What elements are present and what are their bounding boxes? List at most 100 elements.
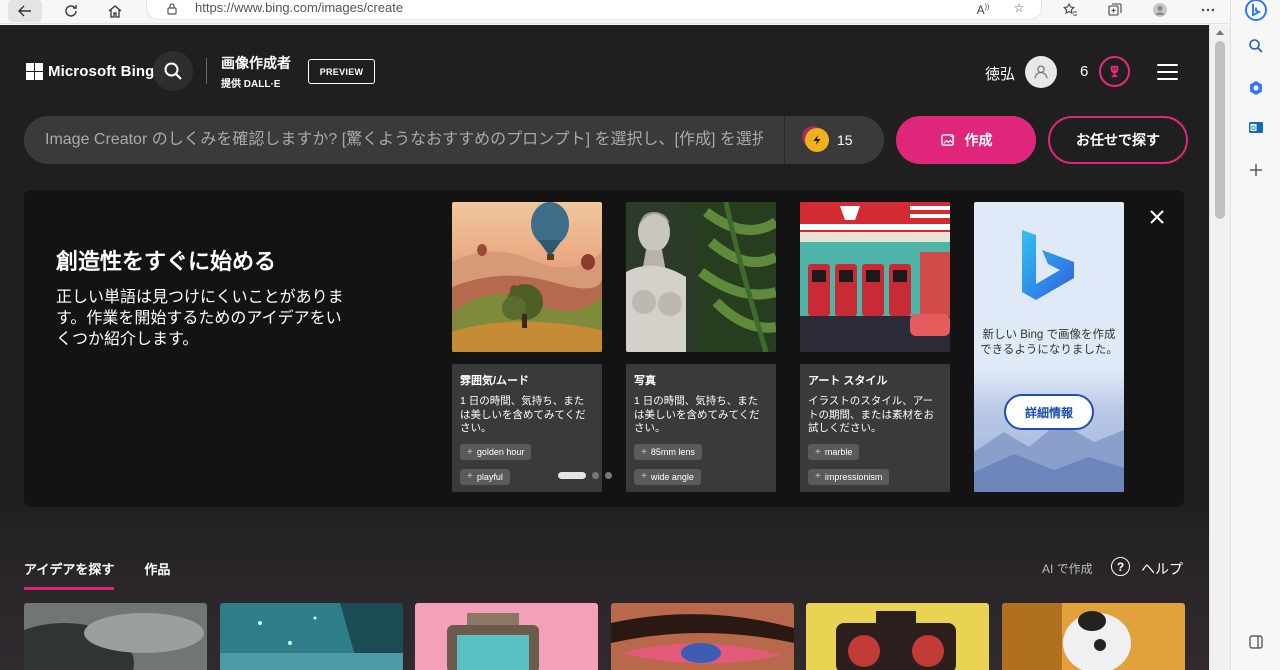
card-image-statue [626,202,776,352]
create-label: 作成 [964,132,993,148]
address-bar[interactable]: https://www.bing.com/images/create A)) ☆ [146,0,1042,20]
card-title: アート スタイル [808,375,888,387]
sidebar-toggle-icon[interactable] [1244,630,1268,654]
card-info: 写真 1 日の時間、気持ち、または美しいを含めてみてください。 +85mm le… [626,364,776,492]
gallery-image[interactable] [220,603,403,670]
card-image-balloons [452,202,602,352]
promo-text: 新しい Bing で画像を作成できるようになりました。 [980,329,1118,356]
refresh-button[interactable] [54,0,88,22]
rewards-count[interactable]: 6 [1080,63,1088,80]
favorites-icon[interactable] [1058,0,1082,20]
idea-card-mood[interactable]: 雰囲気/ムード 1 日の時間、気持ち、または美しいを含めてみてください。 + go… [452,202,602,492]
onboarding-description: 正しい単語は見つけにくいことがあります。作業を開始するためのアイデアをいくつか紹… [56,289,344,348]
lock-icon [167,3,177,15]
chip-85mm-lens[interactable]: +85mm lens [634,444,702,460]
search-icon [164,62,182,80]
tab-explore-ideas[interactable]: アイデアを探す [24,559,115,590]
header-divider [206,58,207,84]
gallery-image[interactable] [806,603,989,670]
prompt-separator [784,116,785,164]
chip-impressionism[interactable]: + impressionism [808,468,890,485]
ai-create-link[interactable]: AI で作成 [1042,560,1093,577]
carousel-pagination [558,472,612,479]
close-icon[interactable] [1147,207,1167,227]
boost-counter[interactable]: 15 [805,128,853,152]
card-title: 写真 [634,375,656,387]
more-options-icon[interactable] [1196,0,1220,20]
hamburger-menu-icon[interactable] [1157,64,1178,80]
chip-golden-hour[interactable]: + golden hour [460,444,532,460]
carousel-dot[interactable] [592,472,599,479]
bing-logo[interactable]: Microsoft Bing [26,63,154,80]
product-title: 画像作成者 [221,55,291,71]
chip-playful[interactable]: + playful [460,468,510,485]
plus-icon: + [467,471,473,482]
tab-creations[interactable]: 作品 [144,559,170,590]
card-info: アート スタイル イラストのスタイル、アートの期間、または素材をお試しください。… [800,364,950,492]
carousel-dot[interactable] [605,472,612,479]
create-button[interactable]: 作成 [896,116,1036,164]
gallery-image[interactable] [611,603,794,670]
browser-sidebar: O [1230,0,1280,670]
back-button[interactable] [8,0,42,22]
collections-icon[interactable] [1103,0,1127,20]
image-create-icon [940,133,955,146]
help-link[interactable]: ヘルプ [1141,559,1183,579]
boost-count: 15 [837,132,853,148]
prompt-box: 15 [24,116,884,164]
gallery-image[interactable] [24,603,207,670]
favorite-add-icon[interactable]: ☆ [1009,0,1029,18]
plus-icon: + [641,446,647,458]
help-icon[interactable]: ? [1111,557,1130,576]
username[interactable]: 徳弘 [985,63,1015,84]
image-gallery [24,603,1185,670]
outlook-icon[interactable]: O [1244,115,1268,139]
svg-text:O: O [1251,126,1256,132]
url-text[interactable]: https://www.bing.com/images/create [195,0,403,16]
card-text: イラストのスタイル、アートの期間、または素材をお試しください。 [808,395,934,434]
trophy-icon [1110,65,1119,78]
card-image-gas-station [800,202,950,352]
page-scrollbar[interactable] [1209,25,1230,670]
idea-card-art-style[interactable]: アート スタイル イラストのスタイル、アートの期間、または素材をお試しください。… [800,202,950,492]
shopping-icon[interactable] [1244,76,1268,100]
onboarding-title: 創造性をすぐに始める [56,249,277,274]
rewards-button[interactable] [1099,56,1130,87]
chip-marble[interactable]: + marble [808,444,860,460]
add-icon[interactable] [1244,158,1268,182]
avatar[interactable] [1025,56,1057,88]
profile-icon[interactable] [1148,0,1172,20]
onboarding-panel: 創造性をすぐに始める 正しい単語は見つけにくいことがあります。作業を開始するため… [24,190,1184,507]
learn-more-button[interactable]: 詳細情報 [1004,394,1094,430]
preview-badge: PREVIEW [308,59,375,84]
prompt-input[interactable] [45,116,763,164]
refresh-icon [65,5,77,17]
logo-text: Microsoft Bing [48,63,155,80]
gallery-image[interactable] [1002,603,1185,670]
carousel-dot-active[interactable] [558,472,586,479]
product-subtitle: 提供 DALL·E [221,79,281,90]
gallery-tabs: アイデアを探す 作品 [24,559,170,590]
browser-toolbar: https://www.bing.com/images/create A)) ☆ [0,0,1230,24]
idea-card-photo[interactable]: 写真 1 日の時間、気持ち、または美しいを含めてみてください。 +85mm le… [626,202,776,492]
surprise-me-button[interactable]: お任せで探す [1048,116,1188,164]
read-aloud-icon[interactable]: A)) [973,0,993,18]
scrollbar-thumb[interactable] [1215,41,1225,219]
plus-icon: + [641,471,647,482]
search-button[interactable] [153,51,193,91]
plus-icon: + [815,471,821,482]
plus-icon: + [815,446,821,458]
scroll-up-icon[interactable] [1216,30,1224,35]
card-title: 雰囲気/ムード [460,375,530,387]
bing-chat-icon[interactable] [1244,0,1268,22]
card-text: 1 日の時間、気持ち、または美しいを含めてみてください。 [634,395,760,434]
microsoft-logo-icon [26,63,43,80]
user-icon [1034,65,1048,79]
search-icon[interactable] [1244,34,1268,58]
lightning-bolt-icon [805,128,829,152]
page-viewport: Microsoft Bing 画像作成者 提供 DALL·E PREVIEW 徳… [0,25,1209,670]
arrow-left-icon [18,5,31,17]
gallery-image[interactable] [415,603,598,670]
chip-wide-angle[interactable]: + wide angle [634,468,701,485]
home-button[interactable] [98,0,132,22]
